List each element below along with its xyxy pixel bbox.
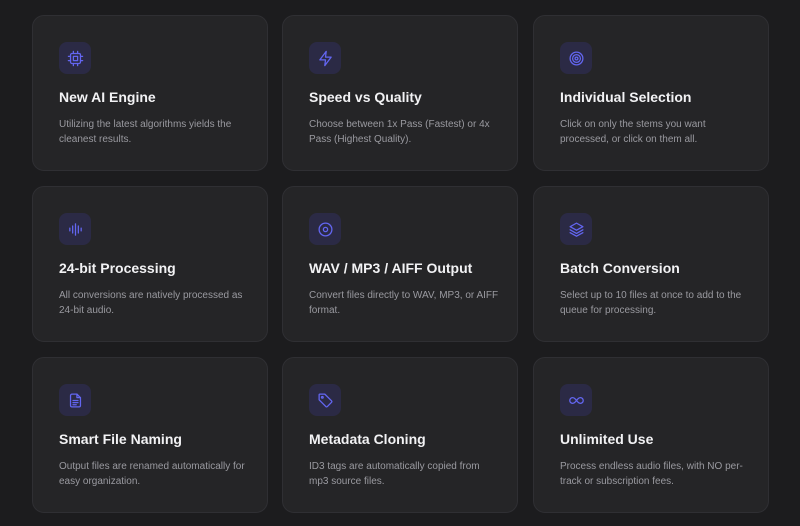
feature-title: Batch Conversion	[560, 260, 680, 276]
target-icon	[560, 42, 592, 74]
feature-card-24-bit-processing: 24-bit Processing All conversions are na…	[32, 186, 268, 342]
disc-icon	[309, 213, 341, 245]
feature-title: New AI Engine	[59, 89, 156, 105]
feature-description: Utilizing the latest algorithms yields t…	[59, 119, 232, 145]
feature-description: Click on only the stems you want process…	[560, 119, 706, 145]
document-icon	[59, 384, 91, 416]
feature-card-batch-conversion: Batch Conversion Select up to 10 files a…	[533, 186, 769, 342]
feature-title: 24-bit Processing	[59, 260, 176, 276]
cpu-icon	[59, 42, 91, 74]
feature-description: Convert files directly to WAV, MP3, or A…	[309, 290, 499, 316]
infinity-icon	[560, 384, 592, 416]
feature-card-metadata-cloning: Metadata Cloning ID3 tags are automatica…	[282, 357, 518, 513]
lightning-icon	[309, 42, 341, 74]
tag-icon	[309, 384, 341, 416]
feature-card-individual-selection: Individual Selection Click on only the s…	[533, 15, 769, 171]
feature-card-output-formats: WAV / MP3 / AIFF Output Convert files di…	[282, 186, 518, 342]
layers-icon	[560, 213, 592, 245]
feature-description: Choose between 1x Pass (Fastest) or 4x P…	[309, 119, 490, 145]
feature-description: Process endless audio files, with NO per…	[560, 461, 743, 487]
feature-card-speed-vs-quality: Speed vs Quality Choose between 1x Pass …	[282, 15, 518, 171]
feature-title: Individual Selection	[560, 89, 692, 105]
feature-title: Unlimited Use	[560, 431, 654, 447]
feature-description: ID3 tags are automatically copied from m…	[309, 461, 480, 487]
feature-title: Metadata Cloning	[309, 431, 426, 447]
feature-description: Output files are renamed automatically f…	[59, 461, 245, 487]
feature-description: All conversions are natively processed a…	[59, 290, 243, 316]
feature-title: Smart File Naming	[59, 431, 182, 447]
features-grid: New AI Engine Utilizing the latest algor…	[0, 0, 800, 526]
feature-title: Speed vs Quality	[309, 89, 422, 105]
waveform-icon	[59, 213, 91, 245]
feature-card-unlimited-use: Unlimited Use Process endless audio file…	[533, 357, 769, 513]
feature-title: WAV / MP3 / AIFF Output	[309, 260, 473, 276]
feature-description: Select up to 10 files at once to add to …	[560, 290, 742, 316]
feature-card-smart-file-naming: Smart File Naming Output files are renam…	[32, 357, 268, 513]
feature-card-new-ai-engine: New AI Engine Utilizing the latest algor…	[32, 15, 268, 171]
